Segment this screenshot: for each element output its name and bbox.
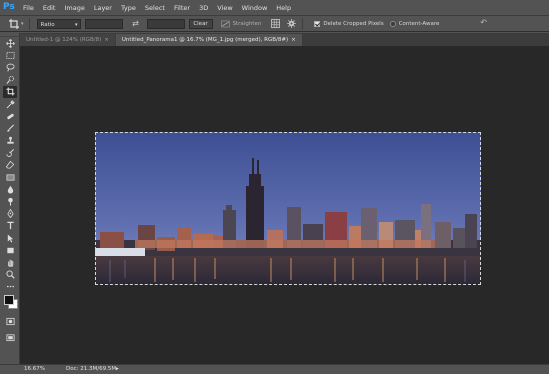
menu-window[interactable]: Window <box>242 4 268 12</box>
grid-overlay-icon[interactable] <box>269 18 281 30</box>
content-aware-checkbox[interactable]: Content-Aware <box>389 20 440 27</box>
brush-tool-icon[interactable] <box>3 122 17 134</box>
menu-3d[interactable]: 3D <box>199 4 208 12</box>
color-swatches[interactable] <box>3 293 18 311</box>
tab-label: Untitled-1 @ 124% (RGB/8) <box>26 37 102 43</box>
chevron-down-icon: ▾ <box>75 21 78 28</box>
menu-layer[interactable]: Layer <box>94 4 112 12</box>
screen-mode-icon[interactable] <box>3 331 17 343</box>
document-size[interactable]: Doc: 21.3M/69.5M <box>66 365 116 374</box>
menu-filter[interactable]: Filter <box>174 4 190 12</box>
delete-cropped-pixels-label: Delete Cropped Pixels <box>323 20 384 27</box>
path-selection-tool-icon[interactable] <box>3 232 17 244</box>
menu-help[interactable]: Help <box>276 4 291 12</box>
type-tool-icon[interactable] <box>3 220 17 232</box>
straighten-button[interactable]: Straighten <box>220 20 262 28</box>
document-tab-bar: Untitled-1 @ 124% (RGB/8) × Untitled_Pano… <box>20 33 549 46</box>
hand-tool-icon[interactable] <box>3 256 17 268</box>
crop-tool-icon[interactable] <box>3 85 17 98</box>
pen-tool-icon[interactable] <box>3 208 17 220</box>
zoom-level[interactable]: 16.67% <box>24 365 45 374</box>
crop-tool-preset-icon[interactable] <box>8 18 20 30</box>
gear-icon[interactable] <box>285 18 297 30</box>
menu-select[interactable]: Select <box>145 4 165 12</box>
options-bar: ▾ Ratio ▾ ⇄ Clear Straighten Delete Crop… <box>0 15 549 32</box>
menu-view[interactable]: View <box>217 4 232 12</box>
ratio-select[interactable]: Ratio ▾ <box>36 18 81 29</box>
crop-bounding-box[interactable] <box>95 132 481 285</box>
dodge-tool-icon[interactable] <box>3 195 17 207</box>
tools-panel <box>0 33 20 364</box>
tab-untitled-panorama1[interactable]: Untitled_Panorama1 @ 16.7% (MG_1.jpg (me… <box>115 34 302 46</box>
gradient-tool-icon[interactable] <box>3 171 17 183</box>
chevron-down-icon[interactable]: ▾ <box>21 21 24 27</box>
tab-untitled-1[interactable]: Untitled-1 @ 124% (RGB/8) × <box>20 34 115 46</box>
content-aware-label: Content-Aware <box>398 20 440 27</box>
marquee-tool-icon[interactable] <box>3 49 17 61</box>
eraser-tool-icon[interactable] <box>3 159 17 171</box>
spot-healing-brush-icon[interactable] <box>3 110 17 122</box>
straighten-label: Straighten <box>232 20 262 27</box>
close-icon[interactable]: × <box>104 37 109 43</box>
divider <box>302 17 304 30</box>
move-tool-icon[interactable] <box>3 37 17 49</box>
quick-selection-tool-icon[interactable] <box>3 74 17 86</box>
clone-stamp-tool-icon[interactable] <box>3 135 17 147</box>
lasso-tool-icon[interactable] <box>3 61 17 73</box>
menu-type[interactable]: Type <box>121 4 136 12</box>
history-brush-tool-icon[interactable] <box>3 147 17 159</box>
photoshop-logo[interactable]: Ps <box>3 1 17 14</box>
rectangle-tool-icon[interactable] <box>3 244 17 256</box>
level-icon <box>220 20 230 27</box>
divider <box>28 17 30 30</box>
menu-edit[interactable]: Edit <box>43 4 56 12</box>
swap-icon[interactable]: ⇄ <box>129 19 143 28</box>
chevron-right-icon[interactable]: ▸ <box>116 365 119 374</box>
width-field[interactable] <box>84 18 123 29</box>
menu-bar: Ps File Edit Image Layer Type Select Fil… <box>0 0 549 15</box>
height-field[interactable] <box>146 18 185 29</box>
clear-button[interactable]: Clear <box>188 18 213 29</box>
eyedropper-tool-icon[interactable] <box>3 98 17 110</box>
ratio-select-label: Ratio <box>40 21 55 28</box>
close-icon[interactable]: × <box>291 37 296 43</box>
more-tools-icon[interactable] <box>3 281 17 293</box>
menu-image[interactable]: Image <box>64 4 84 12</box>
canvas-area[interactable] <box>20 46 549 364</box>
checkbox-unchecked-icon <box>389 20 396 27</box>
foreground-color-swatch[interactable] <box>4 294 14 305</box>
delete-cropped-pixels-checkbox[interactable]: Delete Cropped Pixels <box>314 20 384 27</box>
reset-icon[interactable]: ↶ <box>480 18 487 27</box>
quick-mask-icon[interactable] <box>3 315 17 327</box>
tab-label: Untitled_Panorama1 @ 16.7% (MG_1.jpg (me… <box>121 37 289 43</box>
menu-file[interactable]: File <box>23 4 34 12</box>
checkbox-checked-icon <box>314 20 321 27</box>
status-bar: 16.67% Doc: 21.3M/69.5M ▸ <box>0 364 549 374</box>
zoom-tool-icon[interactable] <box>3 269 17 281</box>
blur-tool-icon[interactable] <box>3 183 17 195</box>
